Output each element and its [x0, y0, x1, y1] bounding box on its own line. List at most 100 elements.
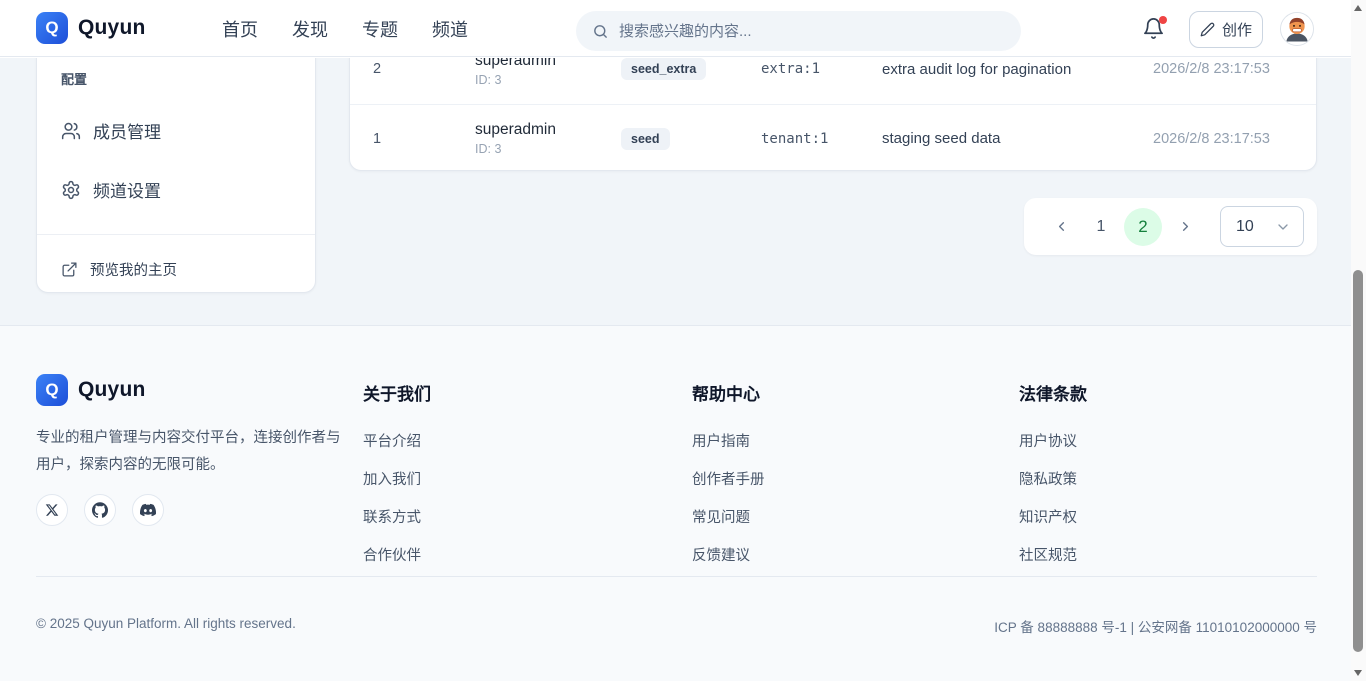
sidebar-section-label: 配置 [61, 69, 291, 88]
footer-column-title: 帮助中心 [692, 380, 765, 405]
user-id: ID: 3 [475, 73, 621, 87]
footer-column-about: 关于我们 平台介绍 加入我们 联系方式 合作伙伴 [363, 380, 431, 565]
channel-admin-sidebar: 配置 成员管理 [36, 58, 316, 293]
footer-link[interactable]: 合作伙伴 [363, 544, 431, 565]
site-footer: Q Quyun 专业的租户管理与内容交付平台，连接创作者与用户，探索内容的无限可… [0, 325, 1366, 681]
page-size-value: 10 [1236, 218, 1254, 236]
sidebar-item-label: 频道设置 [93, 177, 161, 202]
footer-column-legal: 法律条款 用户协议 隐私政策 知识产权 社区规范 [1019, 380, 1087, 565]
footer-link[interactable]: 隐私政策 [1019, 468, 1087, 489]
external-link-icon [61, 261, 78, 278]
user-name: superadmin [475, 121, 621, 139]
pagination: 1 2 10 [1024, 198, 1317, 255]
vertical-scrollbar[interactable] [1351, 0, 1366, 681]
sidebar-item-members[interactable]: 成员管理 [49, 110, 303, 151]
search-bar[interactable] [576, 11, 1021, 51]
footer-link[interactable]: 常见问题 [692, 506, 765, 527]
user-id: ID: 3 [475, 142, 621, 156]
cell-timestamp: 2026/2/8 23:17:53 [1153, 61, 1316, 77]
cell-description: staging seed data [882, 130, 1153, 147]
cell-ref: extra:1 [761, 61, 882, 77]
footer-link[interactable]: 反馈建议 [692, 544, 765, 565]
cell-timestamp: 2026/2/8 23:17:53 [1153, 131, 1316, 147]
nav-item-home[interactable]: 首页 [222, 16, 258, 42]
discord-icon [140, 502, 156, 518]
brand-logo[interactable]: Q Quyun [36, 12, 146, 44]
footer-link[interactable]: 联系方式 [363, 506, 431, 527]
footer-link[interactable]: 加入我们 [363, 468, 431, 489]
nav-item-channels[interactable]: 频道 [432, 16, 468, 42]
action-badge: seed [621, 128, 670, 150]
scrollbar-up-arrow-icon[interactable] [1354, 5, 1362, 11]
cell-user: superadmin ID: 3 [475, 58, 621, 87]
social-link-github[interactable] [84, 494, 116, 526]
pagination-next-button[interactable] [1168, 210, 1202, 244]
user-name: superadmin [475, 58, 621, 70]
footer-brand-name: Quyun [78, 378, 146, 402]
footer-brand[interactable]: Q Quyun [36, 374, 341, 406]
users-icon [61, 121, 81, 141]
user-avatar[interactable] [1280, 12, 1314, 46]
footer-social-links [36, 494, 341, 526]
cell-row-id: 1 [373, 131, 475, 147]
brand-name: Quyun [78, 16, 146, 40]
footer-link[interactable]: 知识产权 [1019, 506, 1087, 527]
preview-homepage-link[interactable]: 预览我的主页 [37, 235, 315, 280]
footer-link[interactable]: 平台介绍 [363, 430, 431, 451]
footer-column-title: 关于我们 [363, 380, 431, 405]
scrollbar-down-arrow-icon[interactable] [1354, 670, 1362, 676]
nav-item-topics[interactable]: 专题 [362, 16, 398, 42]
search-input[interactable] [619, 23, 1005, 40]
pencil-icon [1200, 22, 1215, 37]
chevron-down-icon [1275, 219, 1291, 235]
action-badge: seed_extra [621, 58, 706, 80]
scrollbar-thumb[interactable] [1353, 270, 1363, 652]
table-row[interactable]: 2 superadmin ID: 3 seed_extra extra:1 ex… [350, 58, 1316, 104]
table-row[interactable]: 1 superadmin ID: 3 seed tenant:1 staging… [350, 104, 1316, 171]
footer-link[interactable]: 社区规范 [1019, 544, 1087, 565]
x-icon [45, 503, 59, 517]
audit-log-table: 2 superadmin ID: 3 seed_extra extra:1 ex… [349, 58, 1317, 171]
sidebar-item-label: 成员管理 [93, 118, 161, 143]
preview-homepage-label: 预览我的主页 [90, 259, 177, 280]
logo-icon: Q [36, 12, 68, 44]
cell-ref: tenant:1 [761, 131, 882, 147]
footer-link[interactable]: 用户指南 [692, 430, 765, 451]
cell-description: extra audit log for pagination [882, 61, 1153, 78]
social-link-discord[interactable] [132, 494, 164, 526]
cell-user: superadmin ID: 3 [475, 121, 621, 156]
chevron-left-icon [1054, 219, 1069, 234]
notification-dot [1159, 16, 1167, 24]
pagination-page-2-active[interactable]: 2 [1124, 208, 1162, 246]
page-size-select[interactable]: 10 [1220, 206, 1304, 247]
top-navigation-bar: Q Quyun 首页 发现 专题 频道 [0, 0, 1366, 57]
create-button[interactable]: 创作 [1189, 11, 1263, 48]
footer-description: 专业的租户管理与内容交付平台，连接创作者与用户，探索内容的无限可能。 [36, 425, 341, 479]
footer-divider [36, 576, 1317, 577]
copyright-text: © 2025 Quyun Platform. All rights reserv… [36, 616, 296, 636]
chevron-right-icon [1178, 219, 1193, 234]
cell-action: seed_extra [621, 58, 761, 80]
footer-column-help: 帮助中心 用户指南 创作者手册 常见问题 反馈建议 [692, 380, 765, 565]
nav-item-discover[interactable]: 发现 [292, 16, 328, 42]
social-link-x[interactable] [36, 494, 68, 526]
footer-column-title: 法律条款 [1019, 380, 1087, 405]
footer-link[interactable]: 创作者手册 [692, 468, 765, 489]
logo-icon: Q [36, 374, 68, 406]
main-content: 配置 成员管理 [0, 58, 1366, 325]
search-icon [592, 23, 609, 40]
footer-link[interactable]: 用户协议 [1019, 430, 1087, 451]
notifications-button[interactable] [1142, 17, 1168, 43]
pagination-prev-button[interactable] [1044, 210, 1078, 244]
sidebar-item-channel-settings[interactable]: 频道设置 [49, 169, 303, 210]
pagination-page-1[interactable]: 1 [1084, 210, 1118, 244]
create-button-label: 创作 [1222, 19, 1252, 40]
footer-brand-block: Q Quyun 专业的租户管理与内容交付平台，连接创作者与用户，探索内容的无限可… [36, 374, 341, 526]
page: Q Quyun 首页 发现 专题 频道 [0, 0, 1366, 681]
cell-action: seed [621, 128, 761, 150]
github-icon [92, 502, 108, 518]
main-nav: 首页 发现 专题 频道 [222, 0, 468, 57]
gear-icon [61, 180, 81, 200]
icp-filing-text: ICP 备 88888888 号-1 | 公安网备 11010102000000… [994, 616, 1317, 636]
avatar-image [1281, 13, 1313, 45]
